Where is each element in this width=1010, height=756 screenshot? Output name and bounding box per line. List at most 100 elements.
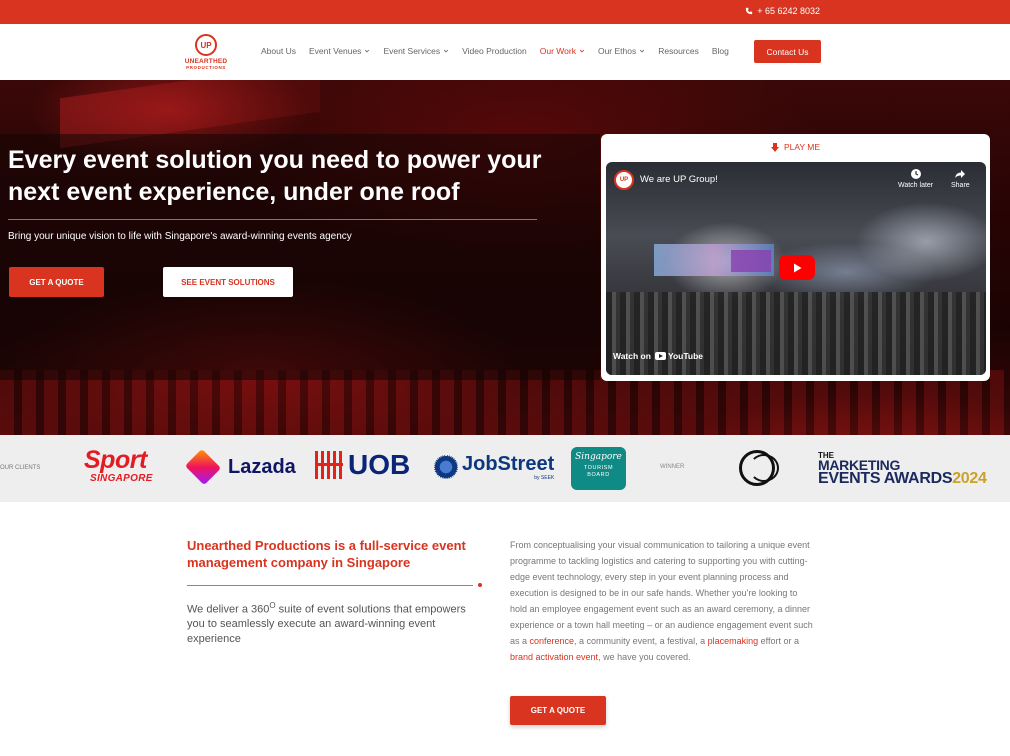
stb-line3: BOARD (587, 472, 610, 478)
video-title[interactable]: We are UP Group! (640, 174, 718, 185)
nav-item-label: Blog (711, 46, 729, 56)
jobstreet-wordmark: JobStreet (462, 453, 555, 475)
winner-label: WINNER (660, 464, 685, 470)
hero-subheadline: Bring your unique vision to life with Si… (8, 231, 352, 242)
hero-headline: Every event solution you need to power y… (8, 146, 542, 206)
nav-menu: About Us Event Venues Event Services Vid… (261, 46, 742, 56)
play-me-label: PLAY ME (601, 142, 990, 152)
clients-label: OUR CLIENTS (0, 465, 41, 471)
video-thumbnail-audience (606, 292, 986, 375)
watch-later-button[interactable]: Watch later (898, 168, 933, 189)
video-play-button[interactable] (779, 255, 815, 280)
about-body-text: From conceptualising your visual communi… (510, 540, 813, 646)
brand-activation-event-link[interactable]: brand activation event (510, 652, 598, 662)
clients-strip: OUR CLIENTS Sport SINGAPORE Lazada UOB J… (0, 435, 1010, 502)
nav-item-resources[interactable]: Resources (658, 46, 699, 56)
awards-name: EVENTS AWARDS (818, 470, 953, 487)
logo-name: UNEARTHED (184, 58, 228, 65)
video-thumbnail-screen (731, 250, 771, 272)
channel-avatar[interactable]: UP (614, 170, 634, 190)
marketing-events-awards-logo: THE MARKETING EVENTS AWARDS2024 (739, 448, 1010, 488)
about-heading-block: Unearthed Productions is a full-service … (187, 537, 487, 571)
nav-item-label: Our Ethos (597, 46, 637, 56)
jobstreet-subtext: by SEEK (534, 475, 555, 481)
stb-line2: TOURISM (583, 465, 614, 471)
top-bar: + 65 6242 8032 (0, 0, 1010, 24)
play-me-text: PLAY ME (783, 142, 821, 152)
nav-item-label: Resources (658, 46, 699, 56)
uob-wordmark: UOB (348, 449, 411, 480)
about-divider-dot (478, 583, 482, 587)
awards-year: 2024 (952, 470, 987, 487)
about-heading: Unearthed Productions is a full-service … (187, 538, 466, 570)
share-button[interactable]: Share (951, 168, 970, 189)
nav-item-blog[interactable]: Blog (712, 46, 729, 56)
phone-link[interactable]: + 65 6242 8032 (745, 6, 820, 16)
nav-item-our-work[interactable]: Our Work (540, 46, 585, 56)
nav-item-our-ethos[interactable]: Our Ethos (598, 46, 645, 56)
logo-tagline: PRODUCTIONS (186, 65, 226, 70)
share-label: Share (951, 182, 970, 189)
uob-emblem-icon (315, 451, 343, 479)
watch-on-youtube-link[interactable]: Watch on YouTube (613, 351, 703, 361)
nav-item-about-us[interactable]: About Us (261, 46, 296, 56)
nav-item-video-production[interactable]: Video Production (462, 46, 527, 56)
about-intro: We deliver a 360O suite of event solutio… (187, 599, 467, 646)
get-a-quote-button[interactable]: GET A QUOTE (9, 267, 104, 297)
phone-icon (745, 7, 753, 15)
about-body-text: , a community event, a festival, a (574, 636, 708, 646)
play-icon (794, 263, 802, 272)
nav-item-label: Our Work (539, 46, 576, 56)
nav-item-label: Event Services (383, 46, 441, 56)
youtube-wordmark: YouTube (667, 351, 704, 361)
logo-mark: UP (195, 34, 217, 56)
chevron-down-icon (365, 49, 370, 53)
chevron-down-icon (444, 49, 449, 53)
lazada-wordmark: Lazada (228, 455, 296, 478)
video-card: PLAY ME UP We are UP Group! Watch later … (601, 134, 990, 381)
lazada-heart-icon (184, 448, 222, 486)
nav-item-event-services[interactable]: Event Services (383, 46, 449, 56)
about-body-text: effort or a (758, 636, 799, 646)
watch-later-label: Watch later (898, 182, 934, 189)
logo-mark-text: UP (200, 40, 212, 50)
singapore-tourism-board-logo: Singapore TOURISM BOARD (571, 447, 626, 490)
clock-icon (910, 169, 921, 179)
chevron-down-icon (640, 49, 645, 53)
hero-divider (8, 219, 537, 220)
channel-avatar-text: UP (619, 177, 629, 183)
contact-us-button[interactable]: Contact Us (754, 40, 821, 63)
about-body: From conceptualising your visual communi… (510, 537, 815, 665)
about-get-a-quote-button[interactable]: GET A QUOTE (510, 696, 606, 725)
about-intro-part1: We deliver a 360 (187, 603, 270, 616)
awards-line3: EVENTS AWARDS2024 (818, 470, 987, 488)
pointer-down-icon (770, 142, 779, 152)
jobstreet-globe-icon (434, 455, 458, 479)
phone-number: + 65 6242 8032 (757, 6, 820, 16)
jobstreet-logo: JobStreet by SEEK (434, 453, 554, 481)
see-event-solutions-button[interactable]: SEE EVENT SOLUTIONS (163, 267, 293, 297)
stb-line1: Singapore (575, 452, 622, 462)
about-body-text: , we have you covered. (598, 652, 691, 662)
placemaking-link[interactable]: placemaking (708, 636, 759, 646)
uob-logo: UOB (315, 451, 410, 479)
main-navigation: UP UNEARTHED PRODUCTIONS About Us Event … (0, 24, 1010, 80)
chevron-down-icon (579, 49, 585, 53)
youtube-logo: YouTube (654, 351, 704, 361)
conference-link[interactable]: conference (530, 636, 575, 646)
lazada-logo: Lazada (184, 448, 296, 486)
youtube-icon (654, 352, 666, 360)
about-divider (187, 585, 473, 586)
sport-logo-line2: SINGAPORE (90, 473, 153, 484)
sport-logo-line1: Sport (84, 446, 147, 474)
nav-item-label: Event Venues (308, 46, 362, 56)
hero-section: Every event solution you need to power y… (0, 80, 1010, 435)
nav-item-label: Video Production (462, 46, 527, 56)
youtube-video-embed[interactable]: UP We are UP Group! Watch later Share Wa… (606, 162, 986, 375)
awards-swirl-inner (749, 454, 779, 482)
nav-item-event-venues[interactable]: Event Venues (309, 46, 370, 56)
brand-logo[interactable]: UP UNEARTHED PRODUCTIONS (181, 34, 231, 72)
nav-item-label: About Us (261, 46, 296, 56)
share-icon (955, 170, 966, 178)
watch-on-label: Watch on (613, 351, 651, 361)
